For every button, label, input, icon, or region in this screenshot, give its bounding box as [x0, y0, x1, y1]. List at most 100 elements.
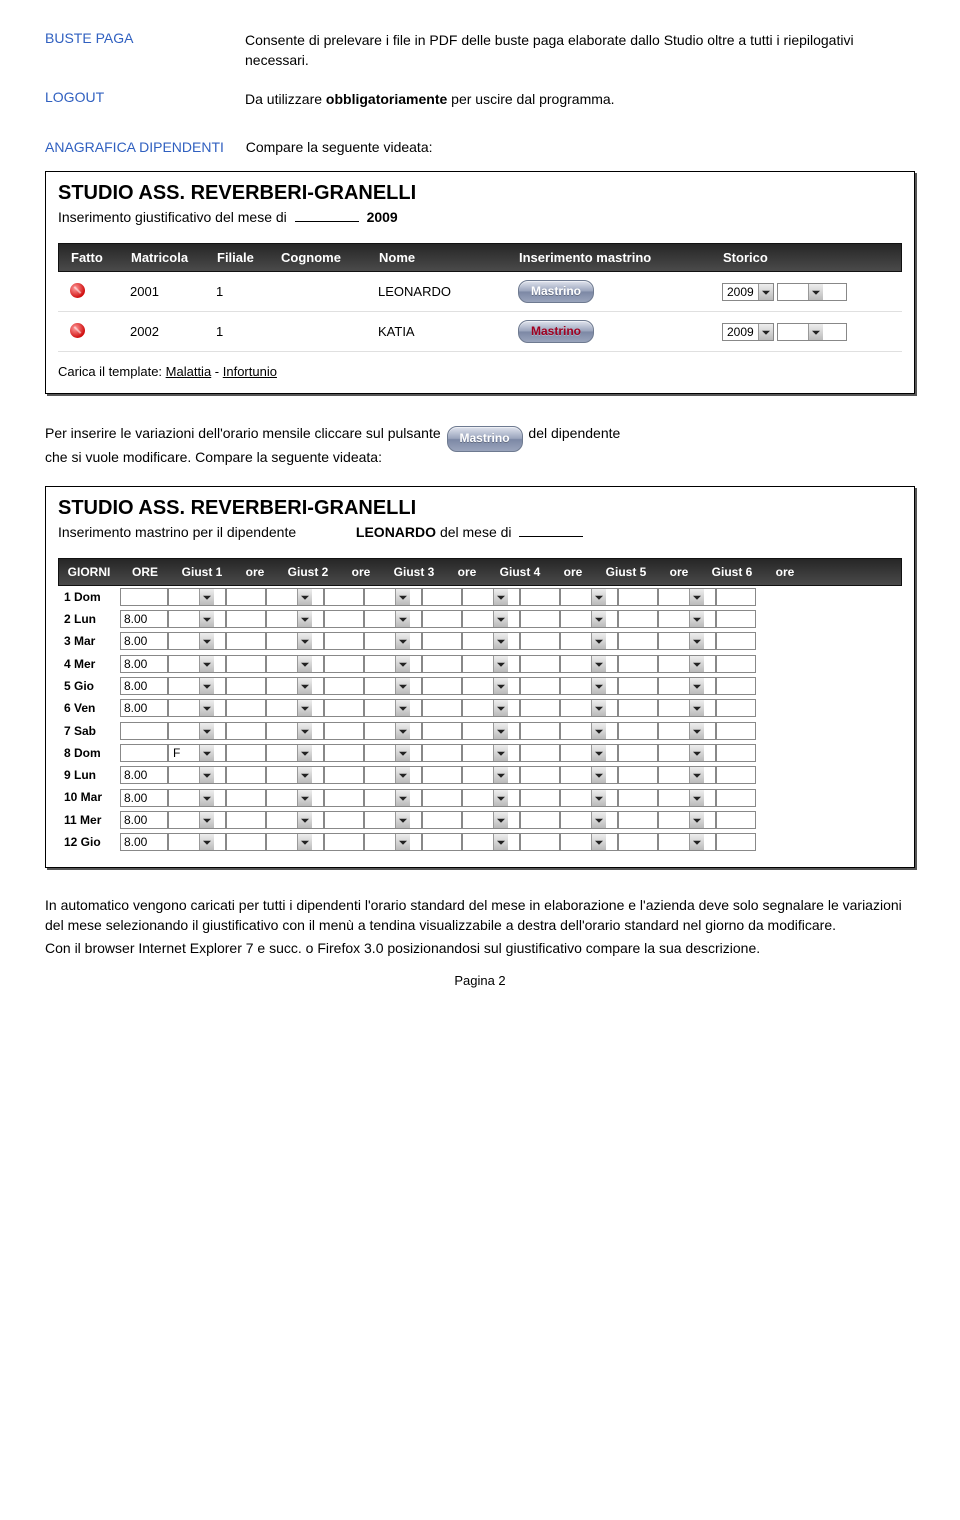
hours-input[interactable]: [520, 632, 560, 650]
hours-input[interactable]: [520, 610, 560, 628]
hours-input[interactable]: [716, 833, 756, 851]
justification-select[interactable]: [560, 632, 618, 650]
hours-input[interactable]: [520, 588, 560, 606]
hours-input[interactable]: [324, 588, 364, 606]
justification-select[interactable]: [462, 632, 520, 650]
justification-select[interactable]: [658, 789, 716, 807]
hours-input[interactable]: [716, 722, 756, 740]
hours-input[interactable]: [120, 744, 168, 762]
justification-select[interactable]: [364, 655, 422, 673]
justification-select[interactable]: [168, 632, 226, 650]
justification-select[interactable]: [560, 811, 618, 829]
hours-input[interactable]: [618, 655, 658, 673]
justification-select[interactable]: [266, 588, 324, 606]
hours-input[interactable]: [618, 811, 658, 829]
justification-select[interactable]: [658, 677, 716, 695]
hours-input[interactable]: [618, 766, 658, 784]
hours-input[interactable]: [226, 811, 266, 829]
hours-input[interactable]: [618, 833, 658, 851]
hours-input[interactable]: 8.00: [120, 655, 168, 673]
hours-input[interactable]: [324, 744, 364, 762]
hours-input[interactable]: [226, 766, 266, 784]
hours-input[interactable]: 8.00: [120, 610, 168, 628]
hours-input[interactable]: [226, 722, 266, 740]
hours-input[interactable]: 8.00: [120, 766, 168, 784]
justification-select[interactable]: [168, 588, 226, 606]
justification-select[interactable]: [462, 744, 520, 762]
justification-select[interactable]: [266, 744, 324, 762]
justification-select[interactable]: [168, 655, 226, 673]
hours-input[interactable]: 8.00: [120, 632, 168, 650]
hours-input[interactable]: [618, 610, 658, 628]
hours-input[interactable]: [618, 677, 658, 695]
hours-input[interactable]: [618, 699, 658, 717]
justification-select[interactable]: [168, 766, 226, 784]
justification-select[interactable]: [658, 632, 716, 650]
justification-select[interactable]: [266, 811, 324, 829]
month-select[interactable]: [777, 323, 847, 341]
hours-input[interactable]: 8.00: [120, 789, 168, 807]
justification-select[interactable]: [266, 699, 324, 717]
justification-select[interactable]: [266, 722, 324, 740]
hours-input[interactable]: [422, 744, 462, 762]
justification-select[interactable]: [462, 610, 520, 628]
hours-input[interactable]: [520, 655, 560, 673]
hours-input[interactable]: [520, 833, 560, 851]
hours-input[interactable]: [618, 722, 658, 740]
year-select[interactable]: 2009: [722, 283, 774, 301]
justification-select[interactable]: [168, 833, 226, 851]
hours-input[interactable]: [716, 588, 756, 606]
year-select[interactable]: 2009: [722, 323, 774, 341]
hours-input[interactable]: [226, 789, 266, 807]
justification-select[interactable]: [560, 744, 618, 762]
hours-input[interactable]: [422, 722, 462, 740]
justification-select[interactable]: [266, 789, 324, 807]
justification-select[interactable]: [560, 677, 618, 695]
justification-select[interactable]: [364, 766, 422, 784]
hours-input[interactable]: [324, 677, 364, 695]
justification-select[interactable]: [364, 610, 422, 628]
hours-input[interactable]: [226, 588, 266, 606]
justification-select[interactable]: [462, 699, 520, 717]
hours-input[interactable]: [226, 610, 266, 628]
mastrino-button[interactable]: Mastrino: [518, 280, 594, 303]
hours-input[interactable]: [716, 766, 756, 784]
justification-select[interactable]: [364, 677, 422, 695]
hours-input[interactable]: [716, 811, 756, 829]
hours-input[interactable]: [422, 632, 462, 650]
hours-input[interactable]: 8.00: [120, 811, 168, 829]
justification-select[interactable]: [658, 588, 716, 606]
justification-select[interactable]: [462, 655, 520, 673]
hours-input[interactable]: [716, 789, 756, 807]
justification-select[interactable]: [168, 811, 226, 829]
template-infortunio[interactable]: Infortunio: [223, 364, 277, 379]
justification-select[interactable]: [266, 833, 324, 851]
justification-select[interactable]: [266, 655, 324, 673]
justification-select[interactable]: [560, 588, 618, 606]
justification-select[interactable]: [168, 677, 226, 695]
hours-input[interactable]: [324, 655, 364, 673]
justification-select[interactable]: [462, 833, 520, 851]
justification-select[interactable]: [168, 699, 226, 717]
hours-input[interactable]: [324, 811, 364, 829]
hours-input[interactable]: [422, 833, 462, 851]
justification-select[interactable]: [560, 833, 618, 851]
justification-select[interactable]: [560, 699, 618, 717]
justification-select[interactable]: [266, 677, 324, 695]
justification-select[interactable]: [462, 811, 520, 829]
justification-select[interactable]: F: [168, 744, 226, 762]
hours-input[interactable]: [422, 655, 462, 673]
justification-select[interactable]: [658, 610, 716, 628]
justification-select[interactable]: [168, 610, 226, 628]
justification-select[interactable]: [364, 811, 422, 829]
hours-input[interactable]: [520, 789, 560, 807]
justification-select[interactable]: [266, 632, 324, 650]
hours-input[interactable]: [716, 744, 756, 762]
hours-input[interactable]: [226, 833, 266, 851]
hours-input[interactable]: [324, 833, 364, 851]
hours-input[interactable]: [422, 766, 462, 784]
justification-select[interactable]: [658, 722, 716, 740]
justification-select[interactable]: [658, 833, 716, 851]
justification-select[interactable]: [560, 789, 618, 807]
justification-select[interactable]: [462, 677, 520, 695]
